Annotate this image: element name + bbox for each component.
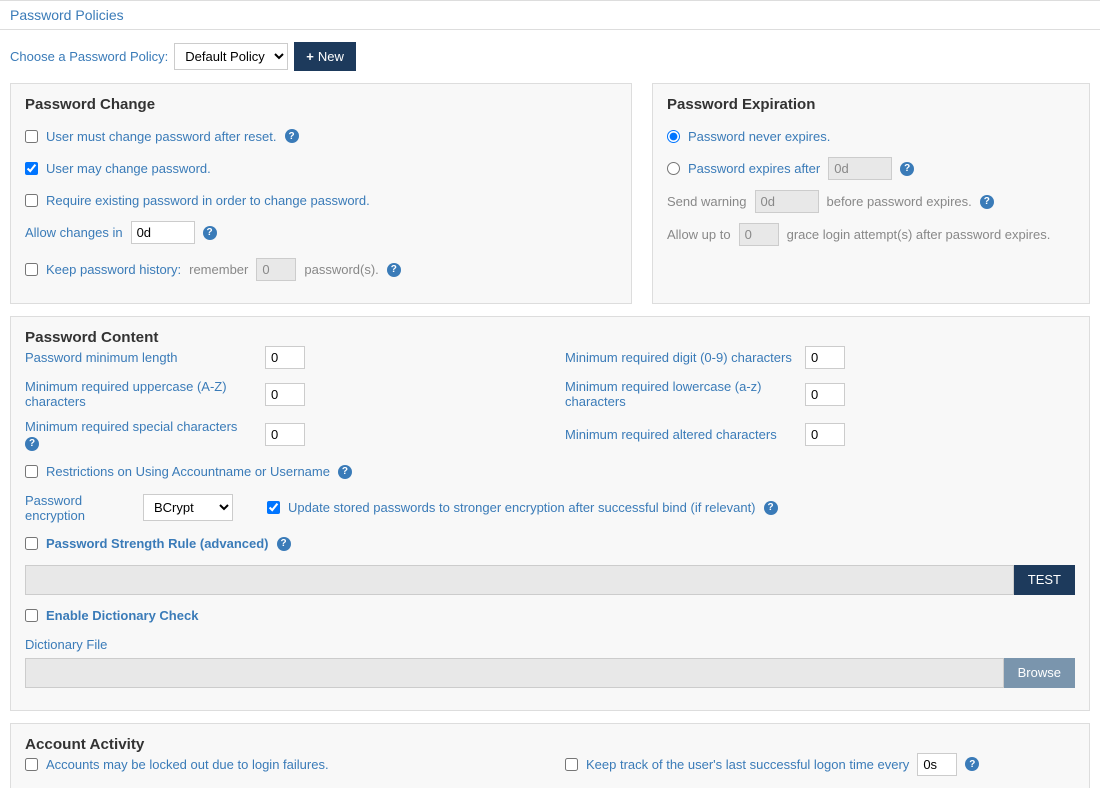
policy-select[interactable]: Default Policy [174,43,288,70]
page-title: Password Policies [10,7,124,23]
track-label: Keep track of the user's last successful… [586,757,909,772]
password-change-heading: Password Change [25,96,617,113]
keep-history-label: Keep password history: [46,262,181,277]
enable-dict-label: Enable Dictionary Check [46,608,198,623]
require-existing-checkbox[interactable] [25,194,38,207]
help-icon[interactable]: ? [277,537,291,551]
min-digit-input[interactable] [805,346,845,369]
min-upper-input[interactable] [265,383,305,406]
dict-file-link[interactable]: Dictionary File [25,637,107,652]
allow-up-to-label: Allow up to [667,227,731,242]
browse-button[interactable]: Browse [1004,658,1075,688]
test-button[interactable]: TEST [1014,565,1075,595]
send-warning-suffix: before password expires. [827,194,972,209]
help-icon[interactable]: ? [285,129,299,143]
lockout-checkbox[interactable] [25,758,38,771]
may-change-checkbox[interactable] [25,162,38,175]
allow-changes-input[interactable] [131,221,195,244]
password-change-panel: Password Change User must change passwor… [10,83,632,304]
may-change-label: User may change password. [46,161,211,176]
track-checkbox[interactable] [565,758,578,771]
min-altered-label: Minimum required altered characters [565,427,795,442]
strength-rule-label: Password Strength Rule (advanced) [46,536,269,551]
new-button[interactable]: + New [294,42,356,71]
password-content-panel: Password Content Password minimum length… [10,316,1090,711]
help-icon[interactable]: ? [338,465,352,479]
enable-dict-checkbox[interactable] [25,609,38,622]
encryption-select[interactable]: BCrypt [143,494,233,521]
help-icon[interactable]: ? [387,263,401,277]
min-upper-label: Minimum required uppercase (A-Z) charact… [25,379,255,409]
encryption-label: Password encryption [25,493,135,523]
help-icon[interactable]: ? [980,195,994,209]
require-existing-label: Require existing password in order to ch… [46,193,370,208]
expires-after-input [828,157,892,180]
allow-changes-label: Allow changes in [25,225,123,240]
never-expires-label: Password never expires. [688,129,830,144]
min-special-label: Minimum required special characters ? [25,419,255,451]
plus-icon: + [306,49,314,64]
grace-input [739,223,779,246]
strength-rule-checkbox[interactable] [25,537,38,550]
help-icon[interactable]: ? [203,226,217,240]
account-activity-heading: Account Activity [25,736,1075,753]
account-activity-panel: Account Activity Accounts may be locked … [10,723,1090,788]
send-warning-input [755,190,819,213]
keep-history-checkbox[interactable] [25,263,38,276]
restrictions-label: Restrictions on Using Accountname or Use… [46,464,330,479]
help-icon[interactable]: ? [764,501,778,515]
min-altered-input[interactable] [805,423,845,446]
min-digit-label: Minimum required digit (0-9) characters [565,350,795,365]
remember-label: remember [189,262,248,277]
grace-suffix: grace login attempt(s) after password ex… [787,227,1051,242]
lockout-label: Accounts may be locked out due to login … [46,757,329,772]
password-content-heading: Password Content [25,329,1075,346]
restrictions-checkbox[interactable] [25,465,38,478]
update-stored-label: Update stored passwords to stronger encr… [288,500,756,515]
min-length-label: Password minimum length [25,350,255,365]
min-special-input[interactable] [265,423,305,446]
strength-rule-input [25,565,1014,595]
dict-file-input [25,658,1004,688]
help-icon[interactable]: ? [25,437,39,451]
must-change-checkbox[interactable] [25,130,38,143]
remember-input [256,258,296,281]
min-lower-label: Minimum required lowercase (a-z) charact… [565,379,795,409]
choose-policy-label: Choose a Password Policy: [10,49,168,64]
must-change-label: User must change password after reset. [46,129,277,144]
min-length-input[interactable] [265,346,305,369]
expires-after-radio[interactable] [667,162,680,175]
expires-after-label: Password expires after [688,161,820,176]
update-stored-checkbox[interactable] [267,501,280,514]
passwords-suffix: password(s). [304,262,378,277]
password-expiration-panel: Password Expiration Password never expir… [652,83,1090,304]
track-input[interactable] [917,753,957,776]
never-expires-radio[interactable] [667,130,680,143]
send-warning-label: Send warning [667,194,747,209]
password-expiration-heading: Password Expiration [667,96,1075,113]
min-lower-input[interactable] [805,383,845,406]
help-icon[interactable]: ? [900,162,914,176]
help-icon[interactable]: ? [965,757,979,771]
